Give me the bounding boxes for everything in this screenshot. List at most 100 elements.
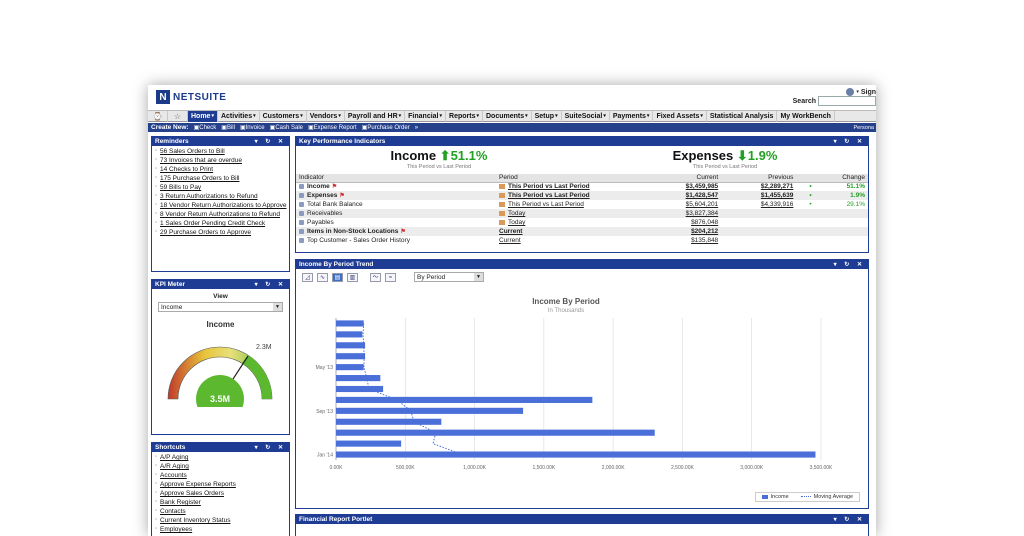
legend-moving-average[interactable]: Moving Average	[800, 494, 853, 500]
previous-cell[interactable]: $4,339,916	[721, 200, 796, 209]
portlet-controls[interactable]: ▾ ↻ ✕	[255, 444, 289, 451]
create-new-item-5[interactable]: ▣Purchase Order	[362, 124, 410, 131]
indicator-icon[interactable]	[299, 192, 304, 198]
period-icon[interactable]	[499, 219, 505, 225]
table-row[interactable]: Top Customer - Sales Order History Curren…	[296, 236, 868, 245]
period-icon[interactable]	[499, 201, 505, 207]
bar-chart-icon[interactable]: ▤	[332, 272, 343, 282]
period-link[interactable]: Current	[499, 228, 522, 235]
star-icon[interactable]: ☆	[168, 110, 188, 122]
nav-item-9[interactable]: SuiteSocial ▾	[562, 110, 610, 122]
table-row[interactable]: Receivables Today $3,827,384	[296, 209, 868, 218]
shortcut-item[interactable]: ▫ A/R Aging	[152, 462, 289, 471]
period-link[interactable]: This Period vs Last Period	[508, 201, 584, 208]
indicator-icon[interactable]	[299, 228, 304, 234]
nav-item-13[interactable]: My WorkBench	[777, 110, 835, 122]
col-previous[interactable]: Previous	[721, 174, 797, 183]
nav-item-11[interactable]: Fixed Assets ▾	[653, 110, 707, 122]
current-cell[interactable]: $1,428,547	[646, 191, 722, 200]
chevron-down-icon[interactable]: ▼	[474, 273, 483, 281]
user-icon[interactable]	[846, 88, 855, 96]
reminder-item[interactable]: ▫ 1 Sales Order Pending Credit Check	[152, 219, 289, 228]
shortcut-item[interactable]: ▫ A/P Aging	[152, 453, 289, 462]
reminder-item[interactable]: ▫ 3 Return Authorizations to Refund	[152, 192, 289, 201]
table-row[interactable]: Expenses ⚑ This Period vs Last Period $1,42…	[296, 191, 868, 200]
indicator-icon[interactable]	[299, 237, 304, 243]
indicator-icon[interactable]	[299, 201, 304, 207]
clock-icon[interactable]: ⌚	[148, 110, 168, 122]
shortcut-item[interactable]: ▫ Approve Sales Orders	[152, 489, 289, 498]
table-row[interactable]: Income ⚑ This Period vs Last Period $3,459,…	[296, 182, 868, 191]
previous-cell[interactable]	[721, 236, 796, 245]
personalize-link[interactable]: Persona	[854, 125, 877, 131]
shortcut-item[interactable]: ▫ Bank Register	[152, 498, 289, 507]
table-row[interactable]: Total Bank Balance This Period vs Last Pe…	[296, 200, 868, 209]
shortcut-item[interactable]: ▫ Contacts	[152, 507, 289, 516]
portlet-controls[interactable]: ▾ ↻ ✕	[834, 138, 868, 145]
indicator-icon[interactable]	[299, 219, 304, 225]
shortcut-item[interactable]: ▫ Employees	[152, 525, 289, 534]
area-chart-icon[interactable]: ◿	[302, 272, 313, 282]
current-cell[interactable]: $204,212	[646, 227, 722, 236]
current-cell[interactable]: $3,459,985	[646, 182, 721, 191]
period-icon[interactable]	[499, 184, 505, 190]
period-link[interactable]: Today	[508, 219, 525, 226]
reminder-item[interactable]: ▫ 59 Bills to Pay	[152, 183, 289, 192]
nav-item-4[interactable]: Payroll and HR ▾	[345, 110, 406, 122]
reminder-item[interactable]: ▫ 8 Vendor Return Authorizations to Refun…	[152, 210, 289, 219]
nav-item-7[interactable]: Documents ▾	[483, 110, 532, 122]
reminder-item[interactable]: ▫ 18 Vendor Return Authorizations to Appr…	[152, 201, 289, 210]
indicator-icon[interactable]	[299, 210, 304, 216]
current-cell[interactable]: $5,604,201	[646, 200, 721, 209]
indicator-icon[interactable]	[299, 184, 304, 190]
col-current[interactable]: Current	[646, 174, 722, 183]
create-new-item-0[interactable]: ▣Check	[194, 124, 217, 131]
shortcut-item[interactable]: ▫ Approve Expense Reports	[152, 480, 289, 489]
reminder-item[interactable]: ▫ 56 Sales Orders to Bill	[152, 147, 289, 156]
reminder-item[interactable]: ▫ 14 Checks to Print	[152, 165, 289, 174]
current-cell[interactable]: $135,848	[646, 236, 721, 245]
period-link[interactable]: Today	[508, 210, 525, 217]
reminder-item[interactable]: ▫ 73 Invoices that are overdue	[152, 156, 289, 165]
line-chart-icon[interactable]: ∿	[317, 272, 328, 282]
nav-item-2[interactable]: Customers ▾	[260, 110, 307, 122]
sign-out-link[interactable]: Sign	[861, 89, 876, 96]
create-new-more[interactable]: »	[415, 125, 418, 131]
user-menu[interactable]: ▾ Sign	[846, 88, 876, 96]
portlet-controls[interactable]: ▾ ↻ ✕	[255, 281, 289, 288]
table-row[interactable]: Payables Today $876,048	[296, 218, 868, 227]
col-period[interactable]: Period	[496, 174, 646, 183]
shortcut-item[interactable]: ▫ Current Inventory Status	[152, 516, 289, 525]
current-cell[interactable]: $876,048	[646, 218, 721, 227]
nav-item-1[interactable]: Activities ▾	[218, 110, 260, 122]
portlet-controls[interactable]: ▾ ↻ ✕	[834, 516, 868, 523]
portlet-controls[interactable]: ▾ ↻ ✕	[834, 261, 868, 268]
moving-average-icon[interactable]: ≈	[385, 272, 396, 282]
period-icon[interactable]	[499, 192, 505, 198]
period-link[interactable]: This Period vs Last Period	[508, 183, 590, 190]
trend-line-icon[interactable]: 〜	[370, 272, 381, 282]
create-new-item-1[interactable]: ▣Bill	[221, 124, 235, 131]
previous-cell[interactable]: $1,455,639	[721, 191, 797, 200]
previous-cell[interactable]	[721, 209, 797, 218]
shortcut-item[interactable]: ▫ Accounts	[152, 471, 289, 480]
nav-item-5[interactable]: Financial ▾	[405, 110, 447, 122]
create-new-item-4[interactable]: ▣Expense Report	[308, 124, 357, 131]
nav-item-6[interactable]: Reports ▾	[446, 110, 483, 122]
col-indicator[interactable]: Indicator	[296, 174, 496, 183]
period-link[interactable]: Current	[499, 237, 521, 244]
chevron-down-icon[interactable]: ▾	[856, 89, 859, 95]
chevron-down-icon[interactable]: ▼	[273, 303, 282, 311]
search-input[interactable]	[818, 96, 876, 106]
period-icon[interactable]	[499, 210, 505, 216]
previous-cell[interactable]: $2,289,271	[721, 182, 796, 191]
period-link[interactable]: This Period vs Last Period	[508, 192, 590, 199]
portlet-controls[interactable]: ▾ ↻ ✕	[255, 138, 289, 145]
nav-item-8[interactable]: Setup ▾	[532, 110, 562, 122]
column-chart-icon[interactable]: ▥	[347, 272, 358, 282]
current-cell[interactable]: $3,827,384	[646, 209, 722, 218]
period-select[interactable]: By Period ▼	[414, 272, 484, 282]
netsuite-logo[interactable]: N NETSUITE	[156, 90, 226, 104]
nav-item-10[interactable]: Payments ▾	[610, 110, 654, 122]
reminder-item[interactable]: ▫ 175 Purchase Orders to Bill	[152, 174, 289, 183]
